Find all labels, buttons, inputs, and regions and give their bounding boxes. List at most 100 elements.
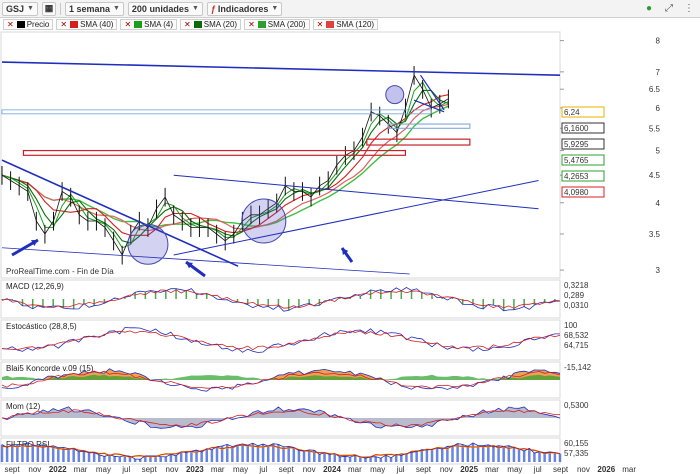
highlight-circle [385,85,405,105]
indicators-icon: ƒ [210,3,216,14]
chart-canvas[interactable]: 3 3.5 4 4.5 5 5.5 6 6.5 7 8 ProRealTime.com - Fin … [0,30,700,474]
x-tick-label: jul [396,465,405,474]
chevron-down-icon: ▼ [271,5,279,12]
legend-item[interactable]: ✕ SMA (4) [120,18,178,30]
close-icon[interactable]: ✕ [184,20,191,29]
legend-item[interactable]: ✕ SMA (40) [56,18,118,30]
x-tick-label: mar [622,465,636,474]
y-tick-label: 4 [656,199,661,208]
legend-swatch [193,20,202,28]
legend-item[interactable]: ✕ SMA (120) [312,18,379,30]
x-tick-label: 2022 [49,465,67,474]
close-icon[interactable]: ✕ [7,20,14,29]
indicator-value-label: 0,3218 [564,281,589,290]
indicator-value-label: 0,0310 [564,301,589,310]
indicator-value-label: -15,142 [564,363,592,372]
legend-item[interactable]: ✕ SMA (200) [244,18,310,30]
legend-label: SMA (4) [144,19,174,29]
price-label: 4,0980 [564,188,589,197]
legend-swatch [70,20,79,28]
toolbar-right: ● ⤢ ⋮ [642,2,696,16]
y-tick-label: 3 [656,266,661,275]
x-tick-label: nov [440,465,453,474]
indicator-panel-frame [0,319,561,361]
x-tick-label: may [96,465,111,474]
x-tick-label: mar [485,465,499,474]
chevron-down-icon: ▼ [112,5,120,12]
legend-swatch [257,20,266,28]
indicator-value-label: 0,5300 [564,401,589,410]
x-tick-label: mar [74,465,88,474]
symbol-selector[interactable]: GSJ ▼ [2,1,38,16]
x-tick-label: mar [211,465,225,474]
x-tick-label: may [370,465,385,474]
indicator-value-label: 64,715 [564,341,589,350]
x-tick-label: sept [279,465,295,474]
y-tick-label: 8 [656,37,661,46]
indicator-value-label: 60,155 [564,439,589,448]
x-tick-label: 2024 [323,465,341,474]
legend-item[interactable]: ✕ SMA (20) [180,18,242,30]
x-tick-label: jul [533,465,542,474]
indicator-value-label: 68,532 [564,331,589,340]
indicator-title: MACD (12,26,9) [6,282,64,291]
close-icon[interactable]: ✕ [248,20,255,29]
y-tick-label: 4.5 [649,171,661,180]
symbol-label: GSJ [6,3,25,14]
indicator-title: Mom (12) [6,402,41,411]
indicator-value-label: 100 [564,321,578,330]
y-tick-label: 7 [656,68,661,77]
x-tick-label: may [233,465,248,474]
x-tick-label: nov [28,465,41,474]
toolbar-divider [59,2,61,15]
price-label: 4,2653 [564,172,589,181]
period-selector[interactable]: 1 semana ▼ [64,1,124,16]
price-label: 6,24 [564,108,580,117]
close-icon[interactable]: ✕ [124,20,131,29]
highlight-circle [241,198,287,244]
x-tick-label: sept [142,465,158,474]
y-tick-label: 6.5 [649,85,661,94]
alert-icon[interactable]: ● [642,2,656,16]
legend-label: SMA (200) [267,19,306,29]
legend-swatch [16,20,25,28]
legend-label: Precio [26,19,50,29]
y-tick-label: 5.5 [649,124,661,133]
legend-bar: ✕ Precio ✕ SMA (40) ✕ SMA (4) ✕ SMA (20) ✕ SMA (2… [0,18,700,30]
legend-label: SMA (20) [203,19,238,29]
period-label: 1 semana [68,3,110,14]
indicators-label: Indicadores [217,3,269,14]
x-tick-label: nov [303,465,316,474]
units-selector[interactable]: 200 unidades ▼ [127,1,203,16]
add-icon: ▦ [44,3,54,13]
add-indicator-button[interactable]: ▦ [41,1,56,16]
x-tick-label: nov [577,465,590,474]
indicator-value-label: 57,335 [564,449,589,458]
legend-swatch [134,20,143,28]
x-tick-label: mar [348,465,362,474]
y-tick-label: 6 [656,104,661,113]
price-label: 6,1600 [564,124,589,133]
close-icon[interactable]: ✕ [60,20,67,29]
expand-icon[interactable]: ⤢ [662,2,676,16]
toolbar: GSJ ▼ ▦ 1 semana ▼ 200 unidades ▼ ƒ Indicado… [0,0,700,18]
y-tick-label: 3.5 [649,230,661,239]
indicators-button[interactable]: ƒ Indicadores ▼ [206,1,283,16]
price-label: 5,4765 [564,156,589,165]
indicator-panel-frame [0,279,561,319]
x-tick-label: 2026 [597,465,615,474]
close-icon[interactable]: ✕ [317,20,324,29]
x-tick-label: sept [553,465,569,474]
price-label: 5,9295 [564,140,589,149]
x-tick-label: nov [166,465,179,474]
indicator-title: Blai5 Koncorde v.09 (15) [6,364,94,373]
x-tick-label: 2025 [460,465,478,474]
more-icon[interactable]: ⋮ [682,2,696,16]
x-tick-label: may [507,465,522,474]
legend-item[interactable]: ✕ Precio [3,18,54,30]
chevron-down-icon: ▼ [27,5,34,12]
indicator-value-label: 0,289 [564,291,585,300]
chevron-down-icon: ▼ [191,5,199,12]
legend-swatch [326,20,335,28]
y-tick-label: 5 [656,147,661,156]
